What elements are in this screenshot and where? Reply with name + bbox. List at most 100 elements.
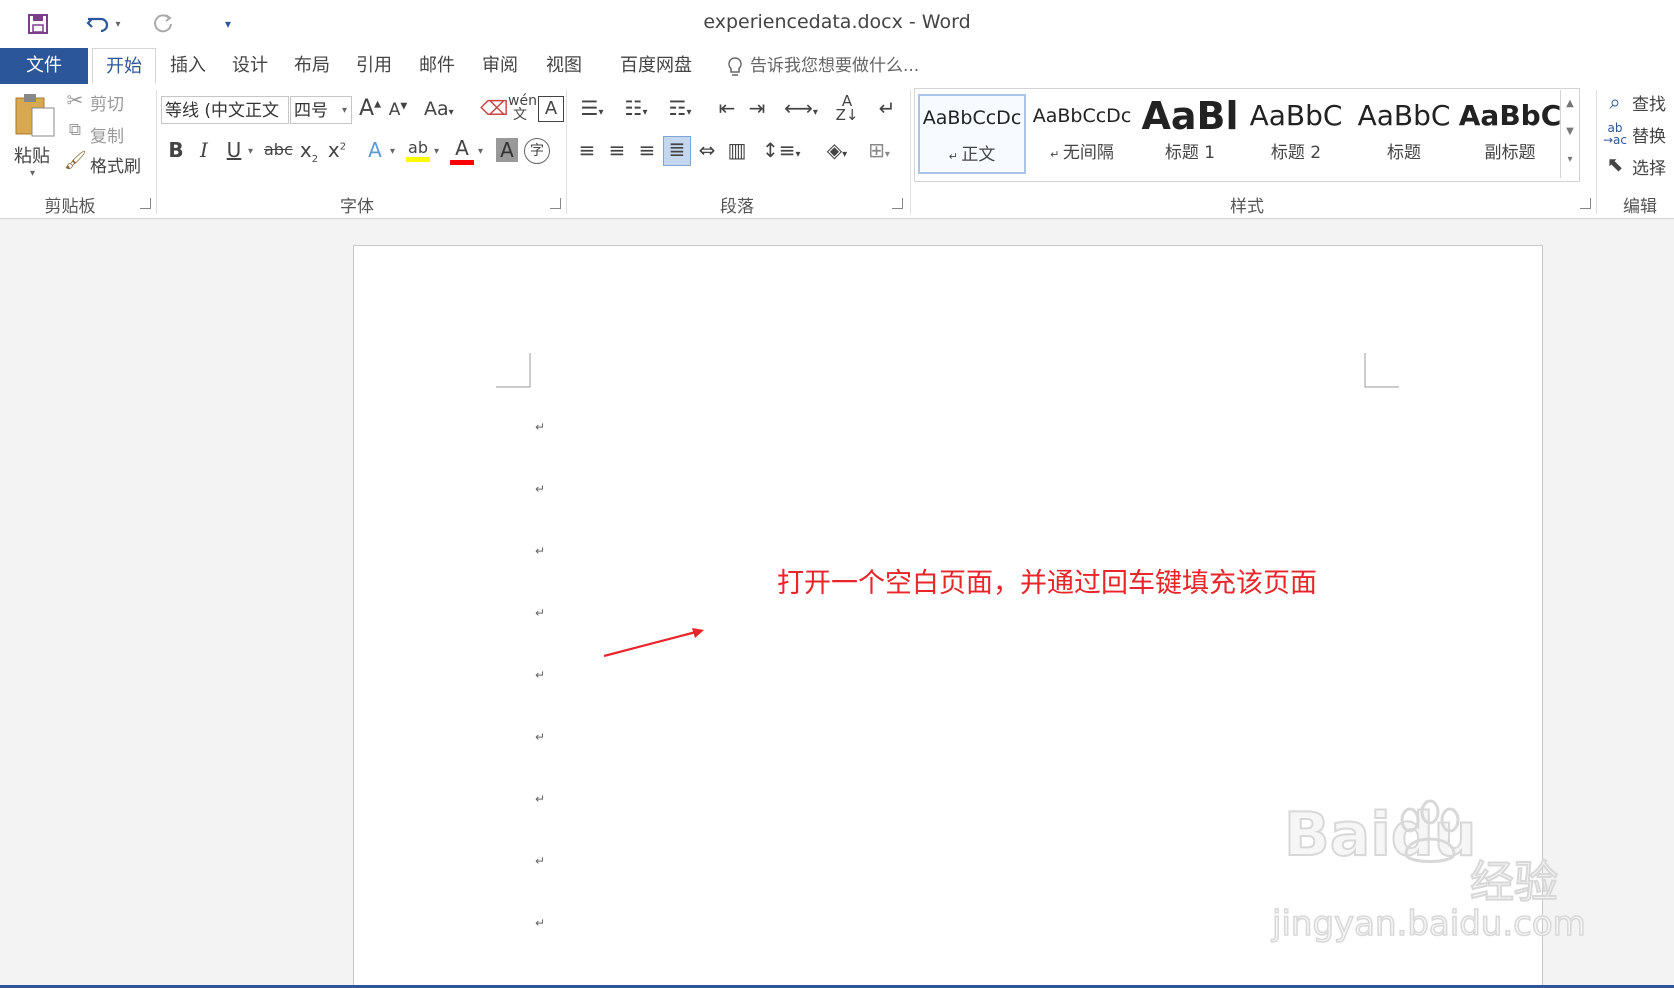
lightbulb-icon	[726, 56, 744, 82]
borders-icon[interactable]: ⊞▾	[860, 138, 898, 162]
highlight-dropdown-icon[interactable]: ▾	[434, 146, 439, 157]
paste-dropdown-icon[interactable]: ▾	[30, 168, 35, 179]
strikethrough-icon[interactable]: abc	[264, 140, 293, 159]
tab-design[interactable]: 设计	[222, 48, 278, 84]
font-launcher-icon[interactable]	[550, 198, 561, 209]
tab-view[interactable]: 视图	[536, 48, 592, 84]
increase-indent-icon[interactable]: ⇥	[744, 96, 770, 120]
show-marks-icon[interactable]: ↵	[874, 96, 900, 120]
paste-button[interactable]: 粘贴	[14, 142, 50, 168]
style-name: 标题	[1387, 143, 1421, 163]
watermark-url: jingyan.baidu.com	[1271, 903, 1586, 945]
paragraph-mark: ↵	[535, 730, 546, 744]
tell-me-input[interactable]: 告诉我您想要做什么...	[750, 48, 930, 84]
underline-icon[interactable]: U	[224, 138, 244, 162]
font-size-combo[interactable]: 四号 ▾	[290, 96, 352, 124]
tab-file[interactable]: 文件	[0, 48, 88, 84]
style-normal[interactable]: AaBbCcDc ↵ 正文	[918, 94, 1026, 174]
text-effects-dropdown-icon[interactable]: ▾	[390, 146, 395, 157]
copy-icon[interactable]: ⧉	[64, 120, 86, 140]
style-preview: AaBbC	[1357, 99, 1451, 132]
text-effects-icon[interactable]: A	[364, 138, 386, 162]
cut-icon[interactable]: ✂	[64, 88, 86, 112]
numbering-icon[interactable]: ☷▾	[618, 96, 654, 120]
font-name-value: 等线 (中文正文	[165, 101, 280, 121]
subscript-icon[interactable]: x2	[298, 138, 320, 165]
find-button[interactable]: 查找	[1632, 90, 1666, 115]
tab-layout[interactable]: 布局	[284, 48, 340, 84]
sort-icon[interactable]: A Z↓	[834, 94, 860, 123]
align-left-icon[interactable]: ≡	[574, 138, 600, 162]
font-size-value: 四号	[294, 101, 328, 121]
style-no-spacing[interactable]: AaBbCcDc ↵ 无间隔	[1028, 94, 1136, 174]
cut-button[interactable]: 剪切	[90, 90, 124, 115]
highlight-color-swatch	[406, 157, 430, 162]
font-color-icon[interactable]: A	[450, 136, 474, 168]
column-layout-icon[interactable]: ▥	[724, 138, 750, 162]
font-name-combo[interactable]: 等线 (中文正文	[161, 96, 289, 124]
enclose-characters-icon[interactable]: 字	[524, 138, 550, 164]
clear-formatting-icon[interactable]: ⌫	[480, 96, 508, 120]
bold-icon[interactable]: B	[166, 138, 186, 162]
copy-button[interactable]: 复制	[90, 122, 124, 147]
tab-insert[interactable]: 插入	[160, 48, 216, 84]
style-heading-2[interactable]: AaBbC 标题 2	[1242, 94, 1350, 174]
clipboard-group-label: 剪贴板	[44, 197, 96, 217]
editing-group-label: 编辑	[1623, 197, 1657, 217]
format-painter-button[interactable]: 格式刷	[90, 152, 141, 177]
style-subtitle[interactable]: AaBbC 副标题	[1456, 94, 1564, 174]
decrease-indent-icon[interactable]: ⇤	[714, 96, 740, 120]
italic-icon[interactable]: I	[194, 138, 214, 162]
distributed-icon[interactable]: ⇔	[694, 138, 720, 162]
phonetic-guide-icon[interactable]: wén 文	[508, 94, 537, 122]
bullets-icon[interactable]: ☰▾	[574, 96, 610, 120]
align-right-icon[interactable]: ≡	[634, 138, 660, 162]
tab-baidu-netdisk[interactable]: 百度网盘	[610, 48, 702, 84]
change-case-label: Aa	[424, 98, 449, 120]
styles-scroll[interactable]: ▲ ▼ ▾	[1560, 90, 1579, 178]
superscript-icon[interactable]: x2	[326, 138, 348, 162]
annotation-arrow-icon	[603, 628, 704, 658]
style-title[interactable]: AaBbC 标题	[1350, 94, 1458, 174]
change-case-button[interactable]: Aa▾	[424, 98, 454, 120]
tab-references[interactable]: 引用	[346, 48, 402, 84]
chinese-layout-icon[interactable]: ⟷▾	[784, 96, 818, 120]
style-heading-1[interactable]: AaBl 标题 1	[1136, 94, 1244, 174]
paragraph-mark: ↵	[535, 916, 546, 930]
styles-group-label: 样式	[1230, 197, 1264, 217]
line-spacing-icon[interactable]: ↕≡▾	[762, 138, 801, 162]
paragraph-mark: ↵	[535, 606, 546, 620]
underline-dropdown-icon[interactable]: ▾	[248, 146, 253, 157]
clipboard-launcher-icon[interactable]	[140, 198, 151, 209]
shading-icon[interactable]: ◈▾	[818, 138, 856, 162]
character-shading-icon[interactable]: A	[496, 138, 518, 162]
ribbon-tabs: 文件 开始 插入 设计 布局 引用 邮件 审阅 视图 百度网盘 告诉我您想要做什…	[0, 48, 1674, 85]
tab-home[interactable]: 开始	[92, 48, 156, 84]
font-color-dropdown-icon[interactable]: ▾	[478, 146, 483, 157]
tab-mailings[interactable]: 邮件	[409, 48, 465, 84]
paste-icon[interactable]	[12, 90, 58, 140]
style-name: 标题 2	[1270, 143, 1322, 163]
align-center-icon[interactable]: ≡	[604, 138, 630, 162]
select-button[interactable]: 选择	[1632, 154, 1666, 179]
find-icon[interactable]: ⌕	[1604, 90, 1626, 114]
tab-review[interactable]: 审阅	[472, 48, 528, 84]
justify-icon[interactable]: ≣	[663, 136, 691, 166]
format-painter-icon[interactable]: 🖌	[64, 150, 87, 171]
paragraph-launcher-icon[interactable]	[892, 198, 903, 209]
separator	[910, 90, 911, 214]
grow-font-icon[interactable]: A▲	[358, 96, 382, 121]
select-icon[interactable]: ⬉	[1604, 152, 1626, 176]
annotation-text: 打开一个空白页面，并通过回车键填充该页面	[777, 568, 1317, 599]
multilevel-list-icon[interactable]: ☶▾	[662, 96, 698, 120]
paragraph-mark: ↵	[535, 792, 546, 806]
replace-icon[interactable]: ab →ac	[1602, 122, 1628, 146]
style-name: 正文	[961, 145, 996, 165]
paragraph-mark: ↵	[535, 668, 546, 682]
styles-launcher-icon[interactable]	[1580, 198, 1591, 209]
character-border-icon[interactable]: A	[538, 96, 564, 122]
font-color-swatch	[450, 160, 474, 165]
highlight-color-icon[interactable]: ab	[406, 138, 430, 168]
replace-button[interactable]: 替换	[1632, 122, 1666, 147]
shrink-font-icon[interactable]: A▼	[386, 100, 410, 120]
